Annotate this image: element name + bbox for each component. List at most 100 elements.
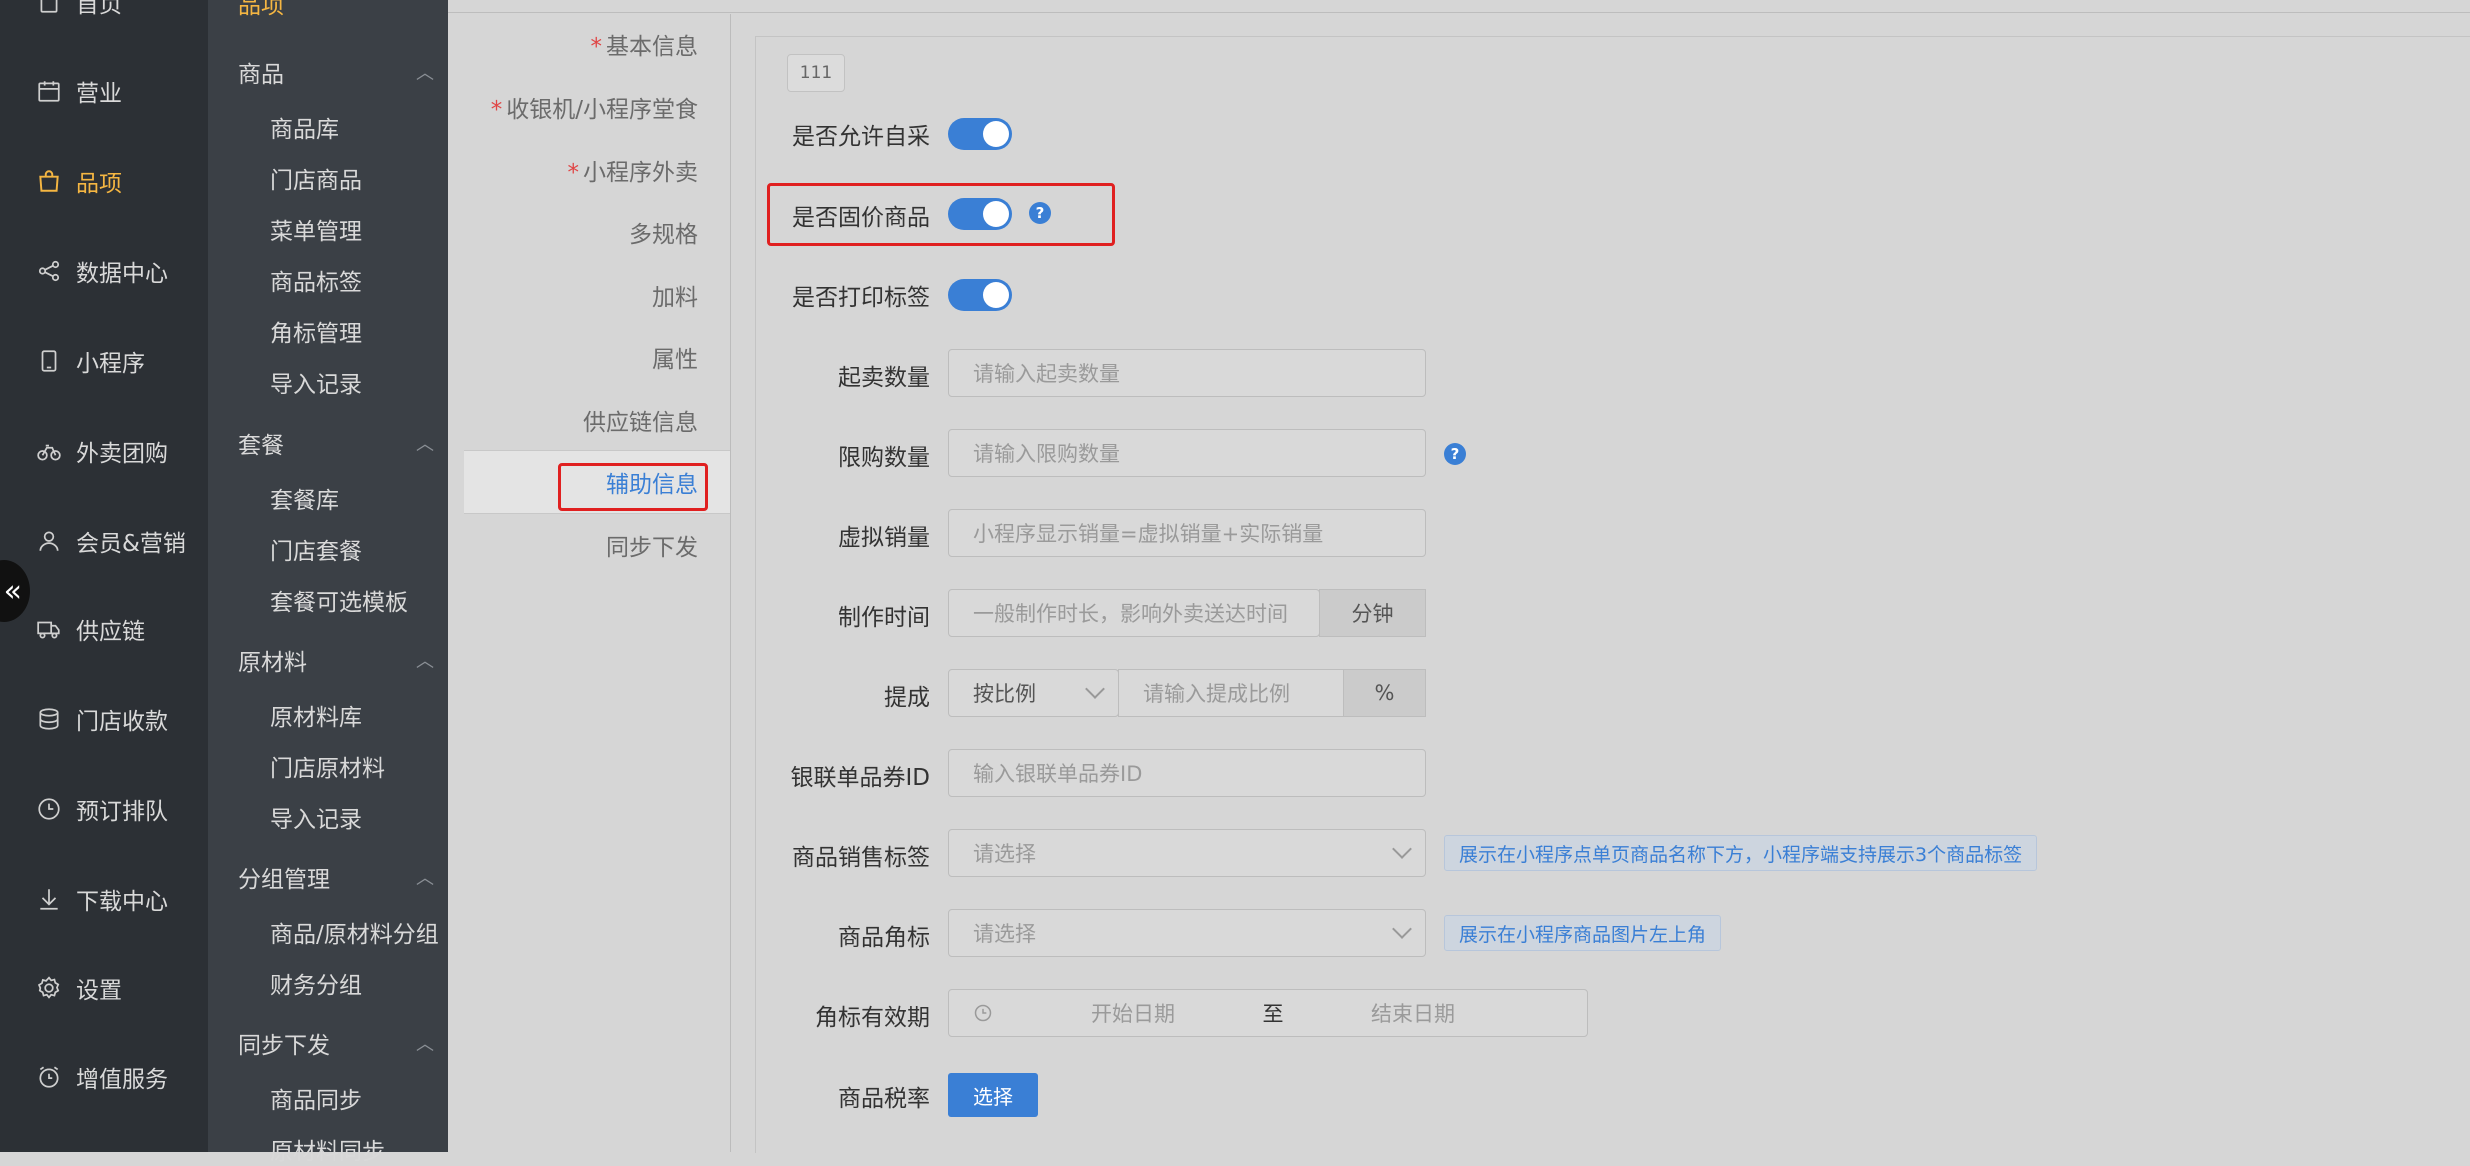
label-virtual-sales: 虚拟销量: [838, 525, 930, 551]
tax-rate-select-button[interactable]: 选择: [948, 1073, 1038, 1117]
highlight-box-tab: [558, 463, 708, 511]
menu-item[interactable]: 套餐可选模板: [270, 583, 408, 617]
tab-supply-chain[interactable]: 供应链信息: [583, 403, 698, 437]
menu-item[interactable]: 套餐库: [270, 481, 339, 515]
commission-input[interactable]: 请输入提成比例: [1118, 669, 1344, 717]
menu-item[interactable]: 商品库: [270, 110, 339, 144]
nav-item-label: 门店收款: [76, 709, 168, 735]
label-corner-mark: 商品角标: [838, 925, 930, 951]
nav-item-label: 营业: [76, 81, 122, 107]
nav-item-products[interactable]: 品项: [36, 161, 122, 201]
date-range-picker[interactable]: 开始日期 至 结束日期: [948, 989, 1588, 1037]
nav-item-home[interactable]: 首页: [36, 0, 122, 22]
required-mark: *: [490, 97, 503, 123]
calendar-icon: [36, 78, 62, 104]
menu-item[interactable]: 菜单管理: [270, 212, 362, 246]
bike-icon: [36, 438, 62, 464]
label-tax-rate: 商品税率: [838, 1086, 930, 1112]
group-header-combos[interactable]: 套餐 ︿: [238, 426, 434, 460]
virtual-sales-input[interactable]: 小程序显示销量=虚拟销量+实际销量: [948, 509, 1426, 557]
database-icon: [36, 706, 62, 732]
chevron-down-icon: [1085, 679, 1105, 699]
group-header-materials[interactable]: 原材料 ︿: [238, 643, 434, 677]
tab-label: 小程序外卖: [583, 160, 698, 186]
corner-mark-hint: 展示在小程序商品图片左上角: [1444, 915, 1722, 951]
nav-item-download-center[interactable]: 下载中心: [36, 879, 168, 919]
primary-sidebar: 首页 营业 品项 数据中心 小程序 外卖团购 会员&营销 供应链 门店收款 预订…: [0, 0, 208, 1152]
menu-item[interactable]: 原材料库: [270, 698, 362, 732]
nav-item-label: 数据中心: [76, 261, 168, 287]
menu-item[interactable]: 导入记录: [270, 365, 362, 399]
toggle-allow-self-purchase[interactable]: [948, 118, 1012, 150]
label-commission: 提成: [884, 685, 930, 711]
tab-addons[interactable]: 加料: [652, 278, 698, 312]
chevron-up-icon: ︿: [416, 868, 434, 889]
highlight-box-fixed-price: [767, 183, 1115, 246]
nav-item-store-payment[interactable]: 门店收款: [36, 699, 168, 739]
commission-mode-select[interactable]: 按比例: [948, 669, 1119, 717]
select-value: 按比例: [973, 682, 1036, 706]
nav-item-label: 外卖团购: [76, 441, 168, 467]
required-mark: *: [590, 34, 603, 60]
menu-item[interactable]: 导入记录: [270, 800, 362, 834]
menu-item[interactable]: 商品/原材料分组: [270, 915, 439, 949]
nav-item-value-added[interactable]: 增值服务: [36, 1057, 168, 1097]
chevron-up-icon: ︿: [416, 434, 434, 455]
download-icon: [36, 886, 62, 912]
menu-item[interactable]: 财务分组: [270, 966, 362, 1000]
unionpay-id-input[interactable]: 输入银联单品券ID: [948, 749, 1426, 797]
menu-item[interactable]: 原材料同步: [270, 1132, 385, 1166]
label-print-label: 是否打印标签: [792, 285, 930, 311]
chevron-up-icon: ︿: [416, 1034, 434, 1055]
group-header-sync[interactable]: 同步下发 ︿: [238, 1026, 434, 1060]
end-date[interactable]: 结束日期: [1313, 998, 1513, 1028]
nav-item-business[interactable]: 营业: [36, 71, 122, 111]
min-qty-input[interactable]: 请输入起卖数量: [948, 349, 1426, 397]
group-header-grouping[interactable]: 分组管理 ︿: [238, 860, 434, 894]
chevron-down-icon: [1392, 919, 1412, 939]
help-icon[interactable]: ?: [1444, 443, 1466, 465]
nav-item-supply-chain[interactable]: 供应链: [36, 609, 145, 649]
nav-item-settings[interactable]: 设置: [36, 968, 122, 1008]
nav-item-data-center[interactable]: 数据中心: [36, 251, 168, 291]
corner-mark-select[interactable]: 请选择: [948, 909, 1426, 957]
nav-item-label: 设置: [76, 978, 122, 1004]
menu-item[interactable]: 商品标签: [270, 263, 362, 297]
menu-item[interactable]: 角标管理: [270, 314, 362, 348]
tab-sync[interactable]: 同步下发: [606, 528, 698, 562]
group-label: 分组管理: [238, 867, 330, 893]
toggle-print-label[interactable]: [948, 279, 1012, 311]
tab-label: 基本信息: [606, 34, 698, 60]
tab-attributes[interactable]: 属性: [652, 340, 698, 374]
group-header-products[interactable]: 商品 ︿: [238, 55, 434, 89]
nav-item-label: 下载中心: [76, 889, 168, 915]
prep-time-input[interactable]: 一般制作时长，影响外卖送达时间: [948, 589, 1320, 637]
menu-item[interactable]: 门店套餐: [270, 532, 362, 566]
nav-item-members[interactable]: 会员&营销: [36, 521, 186, 561]
label-corner-validity: 角标有效期: [815, 1005, 930, 1031]
start-date[interactable]: 开始日期: [1033, 998, 1233, 1028]
required-mark: *: [567, 160, 580, 186]
chevron-down-icon: [1392, 839, 1412, 859]
label-min-qty: 起卖数量: [838, 365, 930, 391]
nav-item-reservation[interactable]: 预订排队: [36, 789, 168, 829]
menu-item[interactable]: 门店商品: [270, 161, 362, 195]
tag-chip[interactable]: 111: [787, 54, 845, 92]
tab-basic-info[interactable]: * 基本信息: [591, 27, 699, 61]
sales-tag-hint: 展示在小程序点单页商品名称下方，小程序端支持展示3个商品标签: [1444, 835, 2038, 871]
tab-pos-dine-in[interactable]: * 收银机/小程序堂食: [491, 90, 698, 124]
chevron-up-icon: ︿: [416, 651, 434, 672]
tab-mini-delivery[interactable]: * 小程序外卖: [568, 153, 699, 187]
menu-item[interactable]: 商品同步: [270, 1081, 362, 1115]
limit-qty-input[interactable]: 请输入限购数量: [948, 429, 1426, 477]
nav-item-miniprogram[interactable]: 小程序: [36, 341, 145, 381]
truck-icon: [36, 616, 62, 642]
nav-item-label: 小程序: [76, 351, 145, 377]
group-label: 套餐: [238, 433, 284, 459]
select-placeholder: 请选择: [973, 842, 1036, 866]
nav-item-delivery[interactable]: 外卖团购: [36, 431, 168, 471]
tab-specs[interactable]: 多规格: [629, 215, 698, 249]
sales-tag-select[interactable]: 请选择: [948, 829, 1426, 877]
menu-item[interactable]: 门店原材料: [270, 749, 385, 783]
commission-unit: %: [1343, 669, 1426, 717]
